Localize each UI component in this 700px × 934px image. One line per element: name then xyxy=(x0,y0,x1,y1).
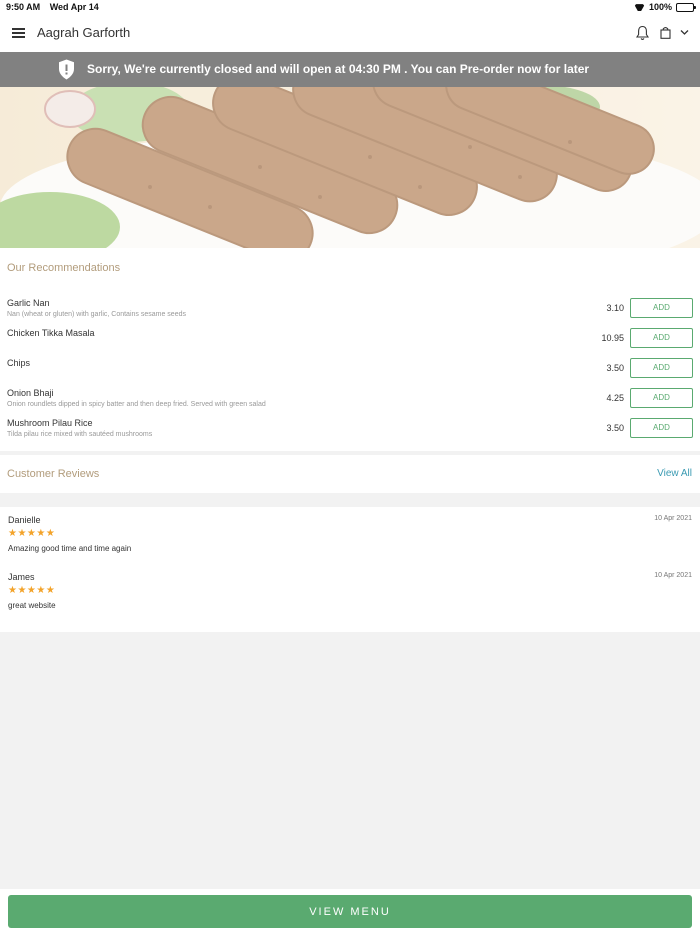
add-chicken-tikka-masala-button[interactable]: ADD xyxy=(630,328,693,348)
restaurant-title: Aagrah Garforth xyxy=(37,25,131,40)
add-mushroom-pilau-rice-button[interactable]: ADD xyxy=(630,418,693,438)
chevron-down-icon[interactable] xyxy=(680,29,689,36)
review-date: 10 Apr 2021 xyxy=(654,572,692,579)
review-item: James 10 Apr 2021 ★★★★★ great website xyxy=(0,572,700,622)
item-description: Nan (wheat or gluten) with garlic, Conta… xyxy=(7,311,186,318)
item-price: 3.10 xyxy=(606,303,624,313)
item-name: Chips xyxy=(7,358,31,368)
view-all-reviews-link[interactable]: View All xyxy=(657,468,692,479)
star-rating-icon: ★★★★★ xyxy=(8,528,56,539)
add-garlic-nan-button[interactable]: ADD xyxy=(630,298,693,318)
review-text: Amazing good time and time again xyxy=(8,544,132,553)
bottom-bar: VIEW MENU xyxy=(0,889,700,934)
item-name: Garlic Nan xyxy=(7,298,50,308)
app-header: Aagrah Garforth xyxy=(0,14,700,52)
hero-food-image xyxy=(0,87,700,248)
item-price: 4.25 xyxy=(606,393,624,403)
hamburger-menu-icon[interactable] xyxy=(12,28,25,38)
item-description: Onion roundlets dipped in spicy batter a… xyxy=(7,401,266,408)
status-bar: 9:50 AM Wed Apr 14 100% xyxy=(0,0,700,14)
closed-banner: Sorry, We're currently closed and will o… xyxy=(0,52,700,87)
shopping-bag-icon[interactable] xyxy=(660,26,671,39)
menu-item-mushroom-pilau-rice: Mushroom Pilau Rice Tilda pilau rice mix… xyxy=(0,418,700,448)
item-name: Onion Bhaji xyxy=(7,388,54,398)
item-price: 3.50 xyxy=(606,363,624,373)
view-menu-button[interactable]: VIEW MENU xyxy=(8,895,692,928)
wifi-icon xyxy=(634,3,645,11)
add-onion-bhaji-button[interactable]: ADD xyxy=(630,388,693,408)
reviews-list: Danielle 10 Apr 2021 ★★★★★ Amazing good … xyxy=(0,507,700,632)
menu-item-onion-bhaji: Onion Bhaji Onion roundlets dipped in sp… xyxy=(0,388,700,418)
status-date: Wed Apr 14 xyxy=(49,2,99,12)
add-chips-button[interactable]: ADD xyxy=(630,358,693,378)
item-name: Chicken Tikka Masala xyxy=(7,328,95,338)
battery-percent: 100% xyxy=(648,2,672,12)
review-item: Danielle 10 Apr 2021 ★★★★★ Amazing good … xyxy=(0,515,700,565)
reviews-header: Customer Reviews View All xyxy=(0,455,700,493)
review-date: 10 Apr 2021 xyxy=(654,515,692,522)
item-name: Mushroom Pilau Rice xyxy=(7,418,93,428)
menu-item-chips: Chips 3.50 ADD xyxy=(0,358,700,388)
menu-item-garlic-nan: Garlic Nan Nan (wheat or gluten) with ga… xyxy=(0,298,700,328)
closed-message: Sorry, We're currently closed and will o… xyxy=(87,62,590,76)
bell-icon[interactable] xyxy=(636,25,649,41)
recommendations-title: Our Recommendations xyxy=(7,262,121,274)
status-time: 9:50 AM xyxy=(6,2,41,12)
shield-alert-icon xyxy=(59,59,74,80)
battery-icon xyxy=(676,2,696,12)
item-price: 3.50 xyxy=(606,423,624,433)
recommendations-section: Our Recommendations Garlic Nan Nan (whea… xyxy=(0,248,700,451)
item-description: Tilda pilau rice mixed with sautéed mush… xyxy=(7,431,153,438)
review-text: great website xyxy=(8,601,56,610)
reviewer-name: Danielle xyxy=(8,515,41,525)
reviews-title: Customer Reviews xyxy=(7,468,100,480)
item-price: 10.95 xyxy=(601,333,624,343)
star-rating-icon: ★★★★★ xyxy=(8,585,56,596)
reviewer-name: James xyxy=(8,572,35,582)
menu-item-chicken-tikka-masala: Chicken Tikka Masala 10.95 ADD xyxy=(0,328,700,358)
